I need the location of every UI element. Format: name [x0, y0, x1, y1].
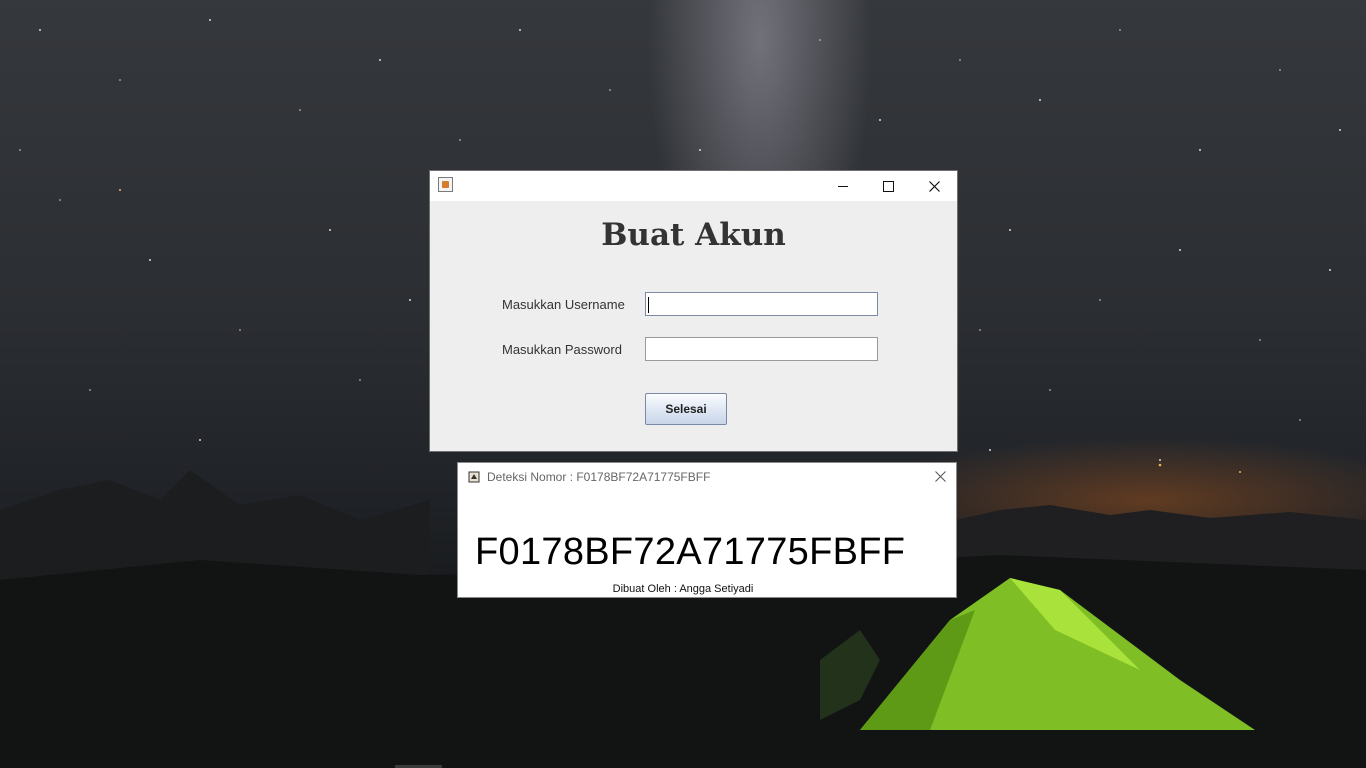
app-icon — [468, 471, 480, 483]
maximize-icon — [882, 180, 894, 192]
title-bar[interactable] — [430, 171, 957, 201]
username-label: Masukkan Username — [502, 297, 625, 312]
desktop: Buat Akun Masukkan Username Masukkan Pas… — [0, 0, 1366, 768]
password-label: Masukkan Password — [502, 342, 622, 357]
window-title: Deteksi Nomor : F0178BF72A71775FBFF — [487, 470, 711, 484]
credit-text: Dibuat Oleh : Angga Setiyadi — [612, 583, 754, 595]
text-cursor — [648, 297, 649, 313]
maximize-button[interactable] — [865, 171, 911, 201]
minimize-icon — [838, 185, 848, 187]
password-input[interactable] — [645, 337, 878, 361]
close-button[interactable] — [911, 171, 957, 201]
java-icon — [438, 177, 453, 192]
close-button[interactable] — [932, 468, 948, 484]
minimize-button[interactable] — [820, 171, 866, 201]
page-title: Buat Akun — [601, 217, 786, 253]
close-icon — [934, 470, 946, 482]
detect-number-window: Deteksi Nomor : F0178BF72A71775FBFF F017… — [458, 463, 956, 597]
serial-number: F0178BF72A71775FBFF — [475, 531, 906, 573]
close-icon — [928, 180, 940, 192]
selesai-button[interactable]: Selesai — [645, 393, 727, 425]
username-input[interactable] — [645, 292, 878, 316]
create-account-window: Buat Akun Masukkan Username Masukkan Pas… — [430, 171, 957, 451]
